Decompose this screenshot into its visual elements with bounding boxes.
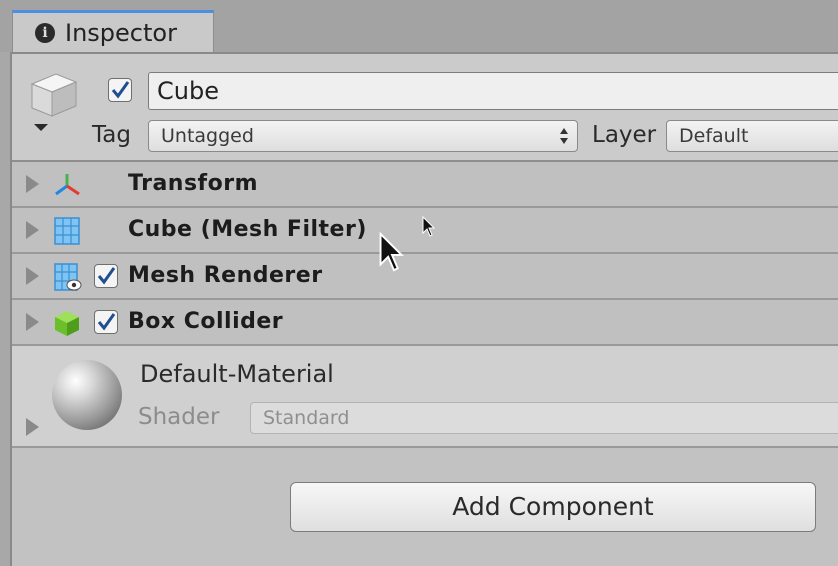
component-row-box-collider[interactable]: Box Collider [12, 300, 838, 346]
shader-label: Shader [138, 404, 220, 430]
component-row-transform[interactable]: Transform [12, 162, 838, 208]
add-component-button[interactable]: Add Component [290, 482, 816, 532]
expand-arrow-icon[interactable] [26, 221, 39, 239]
expand-arrow-icon[interactable] [26, 267, 39, 285]
transform-icon [55, 174, 80, 196]
mesh-filter-icon [54, 217, 80, 245]
box-collider-enabled-checkbox[interactable] [94, 310, 118, 334]
active-checkbox[interactable] [108, 78, 132, 102]
inspector-tab[interactable]: i Inspector [12, 10, 214, 52]
component-title: Mesh Renderer [128, 263, 323, 288]
layer-value: Default [679, 125, 749, 147]
info-icon: i [35, 22, 55, 43]
layer-label: Layer [592, 122, 657, 148]
box-collider-icon [55, 311, 79, 336]
expand-arrow-icon[interactable] [26, 313, 39, 331]
expand-arrow-icon[interactable] [26, 175, 39, 193]
material-section: Default-Material Shader Standard [12, 346, 838, 448]
tag-dropdown[interactable]: Untagged [148, 120, 578, 152]
shader-dropdown[interactable]: Standard [250, 402, 838, 434]
cube-preview-icon[interactable] [26, 70, 80, 132]
component-row-mesh-renderer[interactable]: Mesh Renderer [12, 254, 838, 300]
updown-arrows-icon [560, 128, 568, 144]
mesh-renderer-icon [54, 263, 82, 291]
inspector-tabbar: i Inspector [0, 0, 838, 52]
inspector-tab-label: Inspector [65, 18, 177, 47]
component-title: Box Collider [128, 309, 284, 334]
inspector-panel: Cube Tag Untagged Layer Default Transfor… [10, 52, 838, 566]
name-input[interactable]: Cube [148, 72, 838, 110]
cursor-arrow-icon [379, 232, 404, 272]
component-title: Cube (Mesh Filter) [128, 217, 367, 242]
cursor-small-icon [422, 216, 436, 237]
gameobject-header: Cube Tag Untagged Layer Default [12, 54, 838, 162]
tag-label: Tag [92, 122, 131, 148]
checkmark-icon [97, 313, 116, 331]
material-preview-sphere [52, 360, 122, 430]
layer-dropdown[interactable]: Default [666, 120, 838, 152]
mesh-renderer-enabled-checkbox[interactable] [94, 264, 118, 288]
tag-value: Untagged [161, 125, 254, 147]
component-title: Transform [128, 171, 259, 196]
material-name: Default-Material [140, 360, 334, 388]
checkmark-icon [111, 81, 130, 99]
checkmark-icon [97, 267, 116, 285]
expand-arrow-icon[interactable] [26, 418, 39, 436]
